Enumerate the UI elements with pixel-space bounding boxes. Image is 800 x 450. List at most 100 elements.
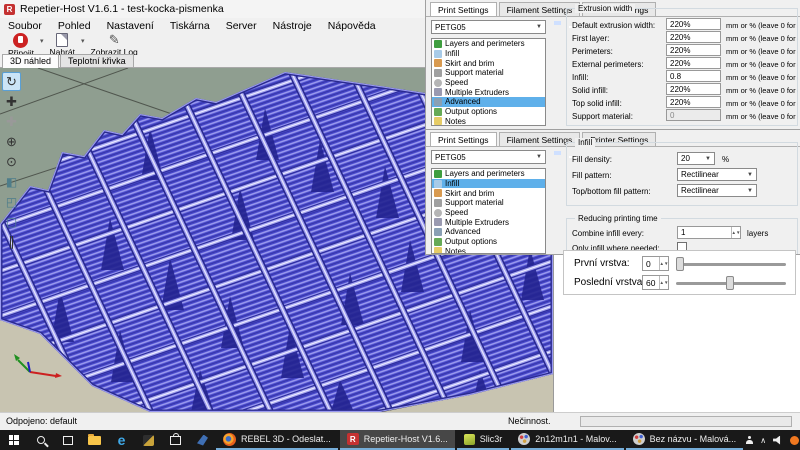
- menu-napoveda[interactable]: Nápověda: [328, 20, 376, 32]
- list-item-output[interactable]: Output options: [432, 237, 545, 247]
- menu-server[interactable]: Server: [226, 20, 257, 32]
- list-item-infill[interactable]: Infill: [432, 49, 545, 59]
- menu-bar: Soubor Pohled Nastavení Tiskárna Server …: [0, 18, 425, 33]
- taskbar-app-paint2[interactable]: Bez názvu - Malová...: [626, 430, 744, 450]
- last-layer-spinner[interactable]: 60 ▲▼: [642, 275, 669, 290]
- connect-icon: [13, 33, 28, 48]
- people-icon[interactable]: [745, 436, 753, 444]
- fill-density-combo[interactable]: 20▼: [677, 152, 715, 165]
- first-layer-spinner[interactable]: 0 ▲▼: [642, 256, 669, 271]
- start-button[interactable]: [0, 430, 27, 450]
- menu-nastroje[interactable]: Nástroje: [273, 20, 312, 32]
- tab-3d-view[interactable]: 3D náhled: [2, 54, 59, 68]
- tab-print-settings[interactable]: Print Settings: [430, 132, 497, 146]
- connect-dropdown-icon[interactable]: ▾: [40, 37, 44, 45]
- rotate-icon[interactable]: ↻: [2, 72, 21, 91]
- firefox-icon: [223, 433, 236, 446]
- list-item-notes[interactable]: Notes: [432, 117, 545, 127]
- list-item-advanced[interactable]: Advanced: [432, 97, 545, 107]
- list-item-skirt[interactable]: Skirt and brim: [432, 58, 545, 68]
- spinner-arrows-icon[interactable]: ▲▼: [731, 227, 740, 238]
- spinner-arrows-icon[interactable]: ▲▼: [659, 257, 668, 270]
- top-view-icon[interactable]: ▢: [2, 212, 21, 231]
- slider-handle[interactable]: [726, 276, 734, 290]
- menu-pohled[interactable]: Pohled: [58, 20, 91, 32]
- front-view-icon[interactable]: ◰: [2, 192, 21, 211]
- infill-width-field[interactable]: 0.8: [666, 70, 721, 82]
- taskbar-app-repetier[interactable]: R Repetier-Host V1.6...: [340, 430, 455, 450]
- combine-infill-spinner[interactable]: 1 ▲▼: [677, 226, 741, 239]
- menu-tiskarna[interactable]: Tiskárna: [170, 20, 210, 32]
- speaker-icon[interactable]: [773, 436, 783, 445]
- system-tray: ∧ SLK 19:58 11.04.2018 1: [745, 431, 800, 449]
- zoom-in-icon[interactable]: ⊕: [2, 132, 21, 151]
- list-item-advanced[interactable]: Advanced: [432, 227, 545, 237]
- list-item-extruders[interactable]: Multiple Extruders: [432, 217, 545, 227]
- last-layer-slider[interactable]: [676, 282, 786, 285]
- field-label: Infill:: [572, 73, 588, 82]
- first-layer-field[interactable]: 220%: [666, 31, 721, 43]
- title-bar: R Repetier-Host V1.6.1 - test-kocka-pism…: [0, 0, 425, 18]
- speed-icon: [434, 209, 442, 217]
- list-item-output[interactable]: Output options: [432, 107, 545, 117]
- field-label: Top solid infill:: [572, 99, 622, 108]
- menu-soubor[interactable]: Soubor: [8, 20, 42, 32]
- edge-button[interactable]: e: [108, 430, 135, 450]
- group-title: Infill: [575, 138, 595, 147]
- external-perimeters-field[interactable]: 220%: [666, 57, 721, 69]
- hidden-icons-chevron[interactable]: ∧: [760, 436, 766, 445]
- inkscape-button[interactable]: [135, 430, 162, 450]
- list-item-speed[interactable]: Speed: [432, 78, 545, 88]
- store-button[interactable]: [162, 430, 189, 450]
- menu-nastaveni[interactable]: Nastavení: [107, 20, 154, 32]
- list-item-skirt[interactable]: Skirt and brim: [432, 188, 545, 198]
- top-bottom-pattern-combo[interactable]: Rectilinear▼: [677, 184, 757, 197]
- speed-icon: [434, 79, 442, 87]
- parallel-projection-icon[interactable]: ∥: [2, 232, 21, 251]
- list-item-infill[interactable]: Infill: [432, 179, 545, 189]
- list-item-layers[interactable]: Layers and perimeters: [432, 39, 545, 49]
- advanced-icon: [434, 228, 442, 236]
- list-item-extruders[interactable]: Multiple Extruders: [432, 87, 545, 97]
- chevron-down-icon: ▼: [705, 156, 711, 162]
- avast-icon[interactable]: [790, 436, 799, 445]
- taskbar-app-slic3r[interactable]: Slic3r: [457, 430, 510, 450]
- extruders-icon: [434, 218, 442, 226]
- spinner-arrows-icon[interactable]: ▲▼: [659, 276, 668, 289]
- list-item-support[interactable]: Support material: [432, 68, 545, 78]
- taskbar-app-firefox[interactable]: REBEL 3D - Odeslat...: [216, 430, 338, 450]
- paint-icon: [633, 433, 645, 445]
- tab-temperature-curve[interactable]: Teplotní křivka: [60, 54, 134, 67]
- isometric-view-icon[interactable]: ◧: [2, 172, 21, 191]
- tab-print-settings[interactable]: Print Settings: [430, 2, 497, 16]
- load-dropdown-icon[interactable]: ▾: [81, 37, 85, 45]
- field-label: External perimeters:: [572, 60, 644, 69]
- file-explorer-button[interactable]: [81, 430, 108, 450]
- pinned-app-icon: [197, 435, 208, 446]
- main-toolbar: Připojit ▾ Nahrát ▾ ✎ Zobrazit Log: [0, 33, 425, 55]
- default-extrusion-width-field[interactable]: 220%: [666, 18, 721, 30]
- list-item-speed[interactable]: Speed: [432, 208, 545, 218]
- preset-combo[interactable]: PETG05 ▼: [431, 20, 546, 34]
- solid-infill-field[interactable]: 220%: [666, 83, 721, 95]
- taskbar-app-paint1[interactable]: 2n12m1n1 - Malov...: [511, 430, 623, 450]
- infill-icon: [434, 180, 442, 188]
- top-solid-infill-field[interactable]: 220%: [666, 96, 721, 108]
- move-viewpoint-icon[interactable]: ✚: [2, 112, 21, 131]
- list-item-layers[interactable]: Layers and perimeters: [432, 169, 545, 179]
- unit-label: %: [722, 155, 729, 164]
- support-material-field: 0: [666, 109, 721, 121]
- task-view-button[interactable]: [54, 430, 81, 450]
- list-item-support[interactable]: Support material: [432, 198, 545, 208]
- pinned-app-button[interactable]: [189, 430, 216, 450]
- move-object-icon[interactable]: ✚: [2, 92, 21, 111]
- preset-combo[interactable]: PETG05 ▼: [431, 150, 546, 164]
- first-layer-slider[interactable]: [676, 263, 786, 266]
- perimeters-field[interactable]: 220%: [666, 44, 721, 56]
- field-label: Support material:: [572, 112, 633, 121]
- zoom-out-icon[interactable]: ⊙: [2, 152, 21, 171]
- search-button[interactable]: [27, 430, 54, 450]
- fill-pattern-combo[interactable]: Rectilinear▼: [677, 168, 757, 181]
- slider-handle[interactable]: [676, 257, 684, 271]
- list-item-notes[interactable]: Notes: [432, 247, 545, 255]
